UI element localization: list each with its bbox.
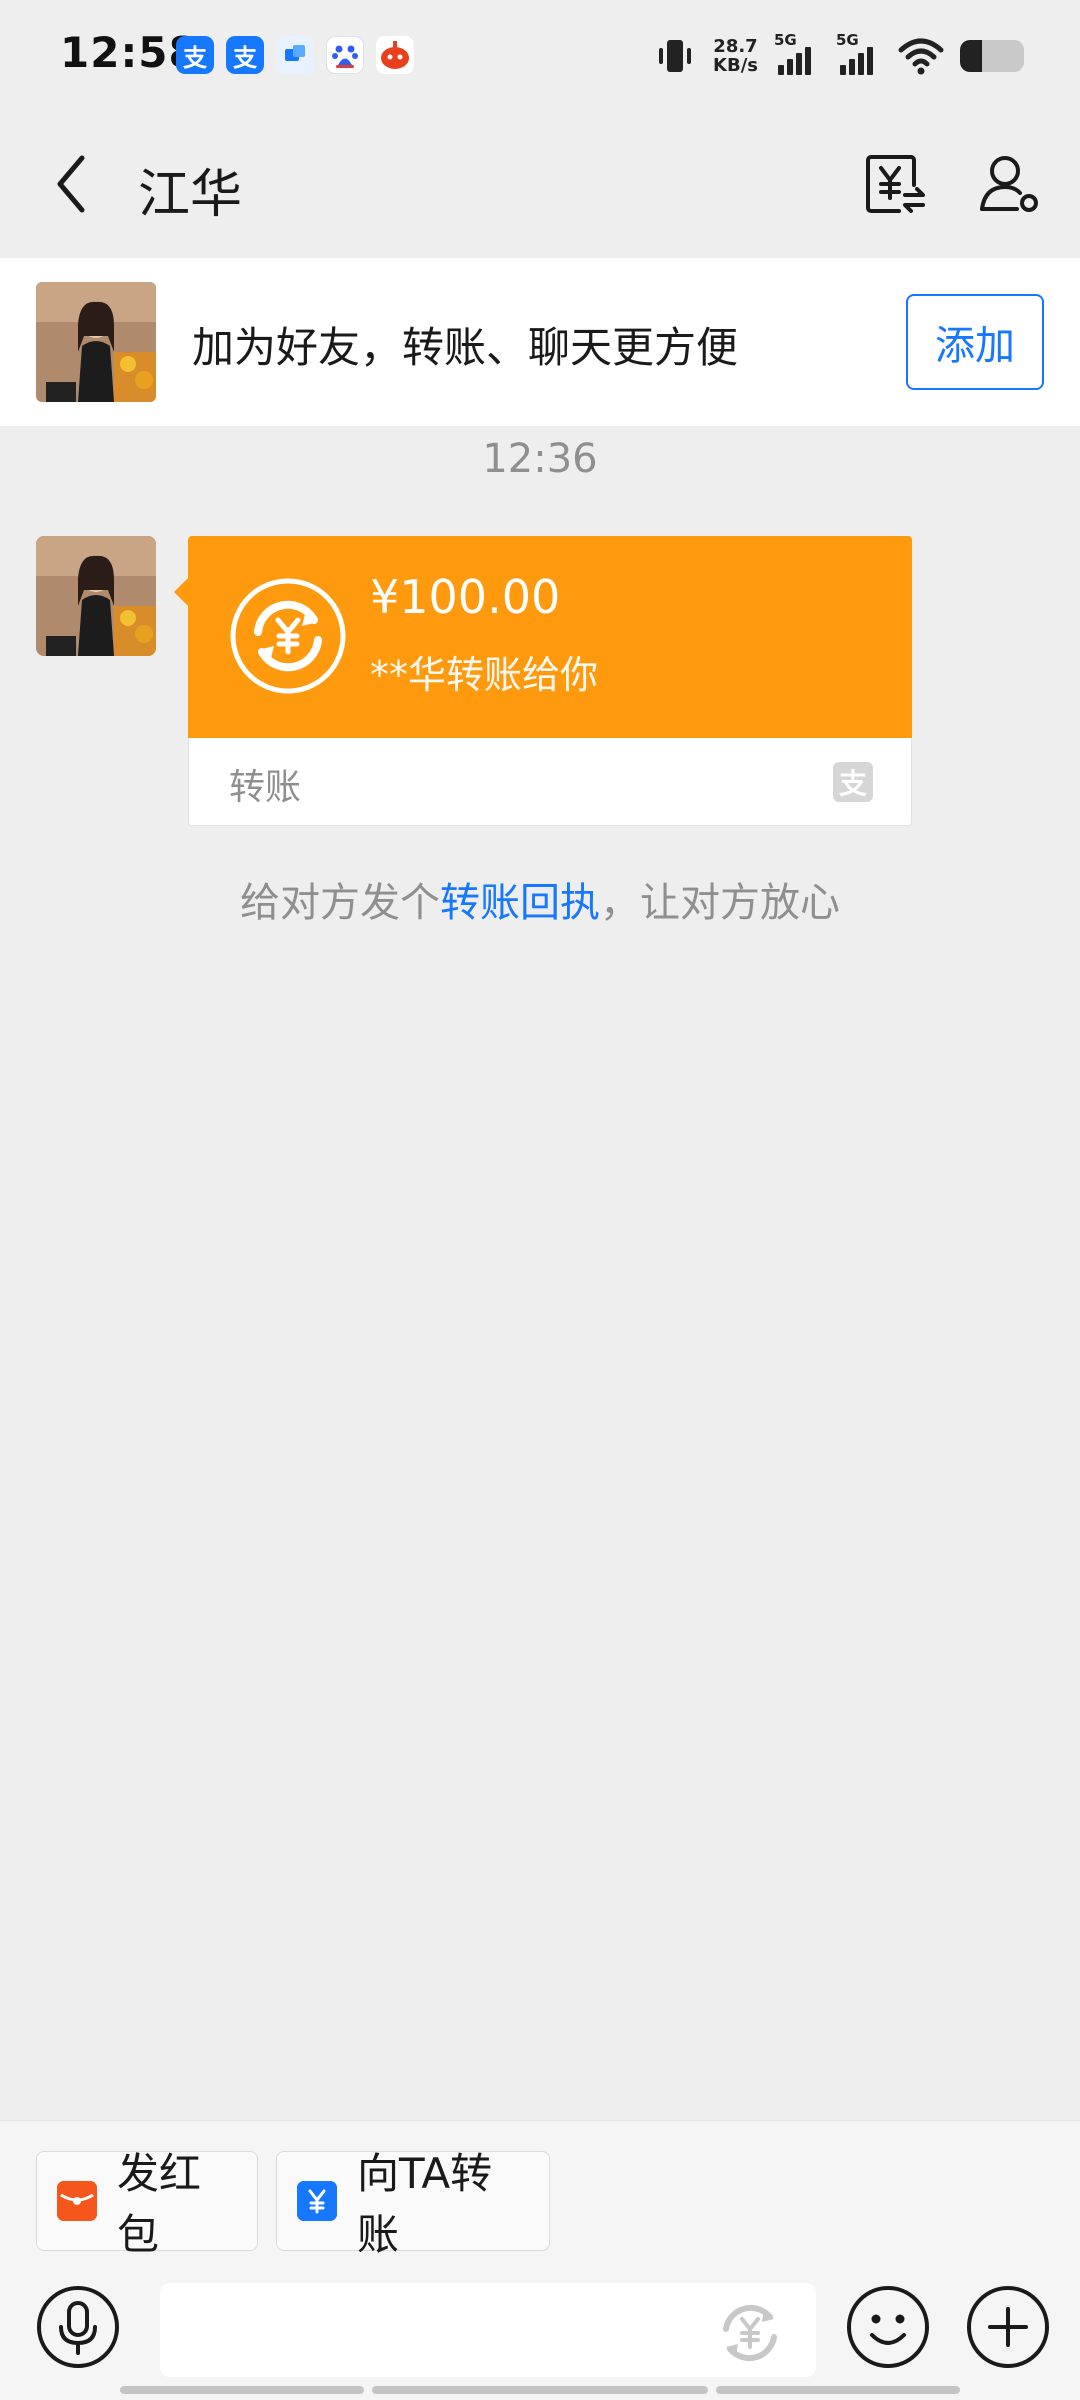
receipt-hint-text-after: ，让对方放心 bbox=[600, 880, 840, 926]
transfer-card-body: ¥100.00 **华转账给你 bbox=[174, 536, 912, 738]
add-friend-banner: 加为好友，转账、聊天更方便 添加 bbox=[0, 258, 1080, 426]
signal-bars-icon bbox=[840, 47, 873, 75]
add-friend-prompt: 加为好友，转账、聊天更方便 bbox=[192, 323, 739, 372]
voice-input-button[interactable] bbox=[36, 2285, 120, 2369]
battery-level bbox=[960, 40, 983, 72]
message-timestamp: 12:36 bbox=[482, 436, 598, 482]
transfer-record-button[interactable] bbox=[856, 144, 936, 224]
baidu-icon bbox=[326, 36, 364, 74]
nav-indicator-right bbox=[716, 2386, 960, 2394]
transfer-receipt-link[interactable]: 转账回执 bbox=[440, 880, 600, 926]
back-button[interactable] bbox=[36, 148, 108, 220]
transfer-receipt-hint: 给对方发个转账回执，让对方放心 bbox=[0, 870, 1080, 928]
transfer-message-card[interactable]: ¥100.00 **华转账给你 转账 支 bbox=[174, 536, 912, 826]
chat-input-area: 发红包 向TA转账 bbox=[0, 2120, 1080, 2400]
nav-indicator-left bbox=[120, 2386, 364, 2394]
transfer-description: **华转账给你 bbox=[370, 653, 599, 697]
alipay-icon: 支 bbox=[226, 36, 264, 74]
vibrate-icon bbox=[659, 40, 692, 72]
chat-header: 江华 bbox=[0, 112, 1080, 258]
avatar[interactable] bbox=[36, 282, 156, 402]
transfer-label: 转账 bbox=[229, 767, 302, 808]
chevron-left-icon bbox=[57, 155, 85, 213]
nav-indicator-center bbox=[372, 2386, 708, 2394]
battery-icon bbox=[960, 40, 1024, 72]
add-friend-button[interactable]: 添加 bbox=[906, 294, 1044, 390]
signal-2: 5G bbox=[836, 31, 882, 79]
user-settings-icon bbox=[980, 156, 1038, 212]
red-app-icon bbox=[376, 36, 414, 74]
profile-settings-button[interactable] bbox=[970, 144, 1050, 224]
emoji-button[interactable] bbox=[846, 2285, 930, 2369]
wifi-icon bbox=[898, 38, 944, 75]
transfer-to-ta-button[interactable]: 向TA转账 bbox=[276, 2149, 550, 2259]
net-speed: 28.7 KB/s bbox=[713, 37, 758, 75]
send-red-packet-button[interactable]: 发红包 bbox=[36, 2149, 258, 2259]
yuan-transfer-icon[interactable] bbox=[712, 2295, 788, 2371]
sender-avatar[interactable] bbox=[36, 536, 156, 656]
transfer-yuan-icon bbox=[230, 578, 346, 694]
contact-name: 江华 bbox=[138, 165, 243, 225]
yuan-exchange-icon bbox=[866, 155, 925, 213]
system-status-icons: 28.7 KB/s 5G 5G bbox=[653, 30, 1024, 82]
red-packet-icon bbox=[57, 2181, 97, 2221]
alipay-logo-icon: 支 bbox=[833, 762, 873, 802]
app-icon bbox=[276, 36, 314, 74]
red-packet-label: 发红包 bbox=[117, 2149, 202, 2259]
signal-1: 5G bbox=[774, 31, 820, 79]
alipay-icon: 支 bbox=[176, 36, 214, 74]
more-actions-button[interactable] bbox=[966, 2285, 1050, 2369]
transfer-card-icon bbox=[297, 2181, 337, 2221]
transfer-amount: ¥100.00 bbox=[370, 570, 561, 624]
status-bar: 12:58 支 支 28.7 KB/s 5G 5G bbox=[0, 0, 1080, 112]
net-speed-unit: KB/s bbox=[713, 55, 758, 76]
signal-bars-icon bbox=[778, 47, 811, 75]
receipt-hint-text-before: 给对方发个 bbox=[240, 880, 440, 926]
transfer-to-ta-label: 向TA转账 bbox=[357, 2149, 493, 2259]
notification-icons: 支 支 bbox=[176, 36, 414, 74]
transfer-card-footer: 转账 支 bbox=[188, 738, 912, 826]
net-speed-value: 28.7 bbox=[713, 36, 758, 57]
